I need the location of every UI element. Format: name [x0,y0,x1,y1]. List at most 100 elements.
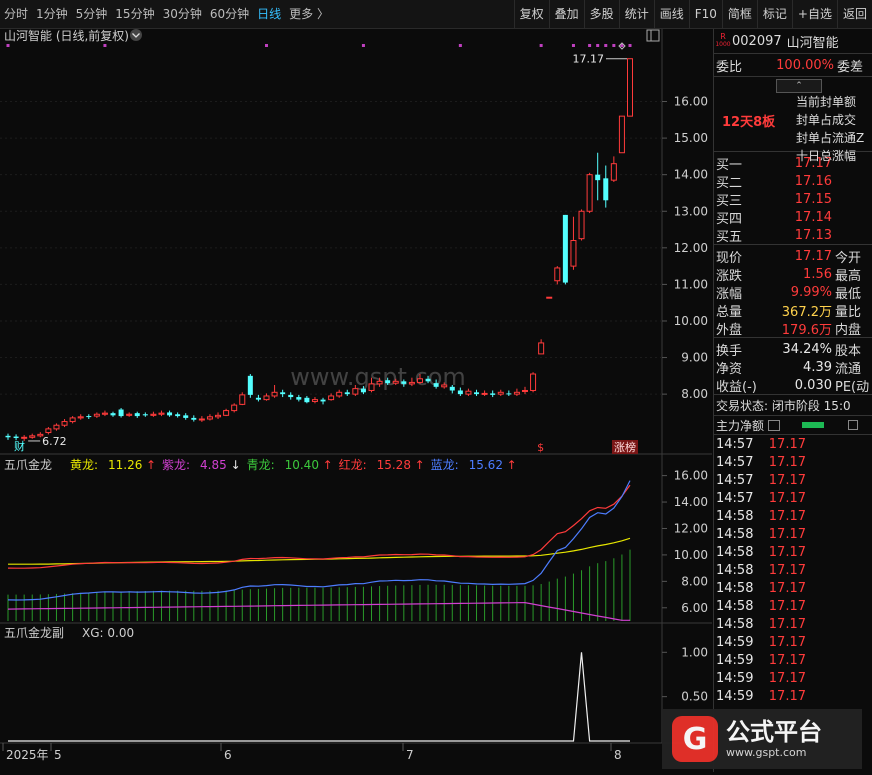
quote-row: 外盘 179.6万 内盘 [714,319,872,338]
tick-time: 14:57 [716,454,754,470]
period-tab[interactable]: 15分钟 [111,0,158,28]
tick-time: 14:58 [716,544,754,560]
period-tab[interactable]: 1分钟 [32,0,72,28]
quote-value: 9.99% [790,284,832,300]
bid-price: 17.16 [794,173,832,189]
quote-label-2: 量比 [835,304,862,320]
quote-row: 净资 4.39 流通 [714,358,872,377]
trade-state: 交易状态: 闭市阶段 15:0 [714,395,872,416]
indicator1-line-label: 青龙: [247,458,275,472]
kline-chart-svg[interactable]: 山河智能 (日线,前复权) www.gspt.com 16.00 15.00 14.… [0,28,712,772]
indicator1-name: 五爪金龙 [4,457,52,472]
tick-price: 17.17 [768,436,806,452]
price-tick-label: 10.00 [674,314,708,328]
price-tick-label: 8.00 [681,387,708,401]
indicator1-line-value: 11.26 [108,458,142,472]
bid-label: 买一 [716,157,743,173]
indicator1-line-arrow: ↑ [507,458,517,472]
chart-area[interactable]: 山河智能 (日线,前复权) www.gspt.com 16.00 15.00 14.… [0,28,712,772]
indicator2-tick-label: 0.50 [681,690,708,704]
tick-row: 14:59 17.17 [714,687,872,705]
signal-dot [612,44,616,47]
toolbar-button[interactable]: F10 [688,0,722,28]
tick-price: 17.17 [768,526,806,542]
seal-items: 当前封单额 封单占成交 封单占流通Z 十日总涨幅 [796,93,864,165]
quote-block: 现价 17.17 今开 涨跌 1.56 最高 涨幅 9.99% 最低 总量 367.2万 量比 外盘 17… [714,245,872,338]
quote-label-2: PE(动 [835,379,870,395]
indicator1-tick-label: 16.00 [674,469,708,483]
list-icon[interactable] [768,419,781,431]
indicator1-line-value: 10.40 [285,458,319,472]
tick-price: 17.17 [768,670,806,686]
signal-dot [571,44,575,47]
price-tick-label: 13.00 [674,204,708,218]
tick-row: 14:59 17.17 [714,633,872,651]
time-tick-label: 5 [54,748,62,762]
bid-label: 买二 [716,175,743,191]
period-tab[interactable]: 30分钟 [159,0,206,28]
tick-time: 14:59 [716,652,754,668]
period-tab[interactable]: 更多 〉 [285,0,333,28]
toolbar-button[interactable]: 画线 [653,0,689,28]
tick-time: 14:58 [716,616,754,632]
indicator1-line-label: 红龙: [339,457,367,472]
signal-dot [361,44,365,47]
watermark-text: www.gspt.com [290,363,466,391]
rating-badge: R 1000 [715,32,730,50]
toolbar-button[interactable]: 标记 [756,0,792,28]
toolbar-button[interactable]: 多股 [583,0,619,28]
tick-row: 14:58 17.17 [714,597,872,615]
time-tick-label: 6 [224,748,232,762]
tick-row: 14:57 17.17 [714,453,872,471]
tick-price: 17.17 [768,472,806,488]
quote-row: 涨跌 1.56 最高 [714,265,872,284]
indicator1-line-arrow: ↑ [415,458,425,472]
order-book: 买一 17.17 买二 17.16 买三 17.15 买四 17.14 买五 17.13 [714,152,872,245]
tick-price: 17.17 [768,562,806,578]
indicator1-line-arrow: ↑ [146,458,156,472]
toolbar-button[interactable]: 复权 [513,0,549,28]
indicator1-line-label: 蓝龙: [431,458,459,472]
period-tab[interactable]: 日线 [253,0,285,28]
period-tab[interactable]: 60分钟 [206,0,253,28]
time-tick-label: 2025年 [6,748,49,762]
toolbar-button[interactable]: 简框 [721,0,757,28]
tick-time: 14:59 [716,634,754,650]
quote-value: 0.030 [794,377,832,393]
collapse-up-icon[interactable]: ⌃ [776,79,822,93]
candle [546,296,553,299]
title-dropdown-icon[interactable] [130,29,142,41]
seal-item: 封单占成交 [796,113,857,127]
webi-row: 委比 100.00% 委差 [714,54,872,77]
toolbar-button[interactable]: +自选 [791,0,837,28]
toolbar-button[interactable]: 叠加 [548,0,584,28]
indicator2-xg: XG: 0.00 [82,626,134,640]
gspt-logo: G 公式平台 www.gspt.com [662,709,862,769]
price-tick-label: 15.00 [674,131,708,145]
tick-row: 14:57 17.17 [714,489,872,507]
logo-url: www.gspt.com [726,746,807,759]
tick-row: 14:57 17.17 [714,471,872,489]
quote-label: 现价 [716,250,743,266]
quote-label-2: 股本 [835,343,862,359]
period-tab[interactable]: 分时 [0,0,32,28]
quote-value: 17.17 [794,248,832,264]
indicator1-tick-label: 10.00 [674,548,708,562]
toolbar-button[interactable]: 统计 [618,0,654,28]
period-tab[interactable]: 5分钟 [72,0,112,28]
chart-background [0,29,712,772]
candle [578,209,585,241]
badge-top: R [720,32,726,41]
indicator1-tick-label: 14.00 [674,495,708,509]
indicator1-line-value: 15.62 [469,458,503,472]
indicator1-tick-label: 12.00 [674,521,708,535]
quote-label-2: 内盘 [835,322,862,338]
quote-label: 外盘 [716,322,743,338]
seal-item: 十日总涨幅 [796,149,857,163]
toolbar-button[interactable]: 返回 [836,0,872,28]
more-icon[interactable] [848,420,859,430]
quote-label: 涨幅 [716,286,743,302]
quote-block-2: 换手 34.24% 股本 净资 4.39 流通 收益(-) 0.030 PE(动 [714,338,872,395]
webi-label: 委比 [716,59,743,75]
tick-time: 14:59 [716,688,754,704]
